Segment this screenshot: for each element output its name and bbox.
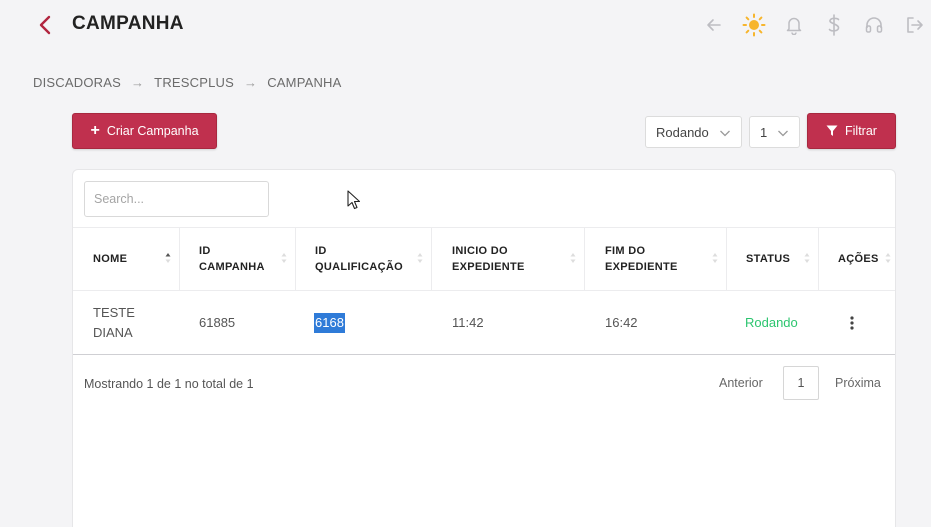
pagination-next-button[interactable]: Próxima (835, 376, 881, 390)
breadcrumb: DISCADORAS → TRESCPLUS → CAMPANHA (33, 75, 342, 90)
sort-icon (804, 253, 810, 263)
pagination-summary: Mostrando 1 de 1 no total de 1 (84, 377, 254, 391)
bell-icon[interactable] (781, 12, 807, 38)
page-size-select[interactable]: 1 (749, 116, 800, 148)
mouse-cursor-icon (347, 190, 361, 210)
pagination-prev-button[interactable]: Anterior (719, 376, 763, 390)
cell-inicio-expediente: 11:42 (452, 314, 484, 330)
create-campaign-label: Criar Campanha (106, 124, 199, 138)
column-header-id-campanha[interactable]: ID CAMPANHA (180, 228, 296, 290)
logout-icon[interactable] (901, 12, 927, 38)
dollar-icon[interactable] (821, 12, 847, 38)
sort-icon (885, 253, 891, 263)
column-header-inicio-expediente[interactable]: INICIO DO EXPEDIENTE (432, 228, 585, 290)
sort-icon (417, 253, 423, 263)
table-row[interactable]: TESTE DIANA 61885 6168 11:42 16:42 Rodan… (73, 291, 895, 355)
back-chevron-icon[interactable] (36, 13, 54, 37)
arrow-left-icon[interactable] (701, 12, 727, 38)
filter-button[interactable]: Filtrar (807, 113, 896, 149)
sort-icon (570, 253, 576, 263)
filter-label: Filtrar (845, 124, 877, 138)
sort-icon (165, 253, 171, 263)
column-header-nome[interactable]: NOME (73, 228, 180, 290)
chevron-down-icon (720, 130, 730, 137)
cell-fim-expediente: 16:42 (605, 314, 638, 330)
search-input[interactable] (84, 181, 269, 217)
create-campaign-button[interactable]: + Criar Campanha (72, 113, 217, 149)
headset-icon[interactable] (861, 12, 887, 38)
breadcrumb-separator: → (244, 75, 258, 90)
more-actions-icon[interactable] (847, 291, 857, 354)
campaign-table-card: NOME ID CAMPANHA ID QUALIFICAÇÃO INICIO … (72, 169, 896, 527)
status-select[interactable]: Rodando (645, 116, 742, 148)
breadcrumb-separator: → (130, 75, 145, 90)
column-header-fim-expediente[interactable]: FIM DO EXPEDIENTE (585, 228, 727, 290)
column-header-id-qualificacao[interactable]: ID QUALIFICAÇÃO (296, 228, 432, 290)
selected-text: 6168 (314, 312, 345, 333)
sun-icon[interactable] (741, 12, 767, 38)
chevron-down-icon (778, 130, 788, 137)
page-size-select-value: 1 (760, 124, 768, 140)
pagination-current-page[interactable]: 1 (783, 366, 819, 400)
plus-icon: + (90, 122, 100, 139)
page-title: CAMPANHA (72, 13, 184, 34)
breadcrumb-item-trescplus[interactable]: TRESCPLUS (154, 75, 234, 90)
breadcrumb-item-campanha: CAMPANHA (267, 75, 342, 90)
breadcrumb-item-discadoras[interactable]: DISCADORAS (33, 75, 121, 90)
top-bar: CAMPANHA (0, 0, 931, 50)
column-header-acoes[interactable]: AÇÕES (819, 228, 895, 290)
status-select-value: Rodando (656, 124, 709, 140)
cell-id-campanha: 61885 (199, 314, 236, 330)
sort-icon (281, 253, 287, 263)
cell-nome: TESTE DIANA (93, 304, 135, 340)
cell-id-qualificacao: 6168 (314, 291, 345, 354)
cell-status: Rodando (745, 314, 798, 330)
table-header: NOME ID CAMPANHA ID QUALIFICAÇÃO INICIO … (73, 227, 895, 291)
filter-icon (826, 125, 838, 136)
sort-icon (712, 253, 718, 263)
column-header-status[interactable]: STATUS (727, 228, 819, 290)
